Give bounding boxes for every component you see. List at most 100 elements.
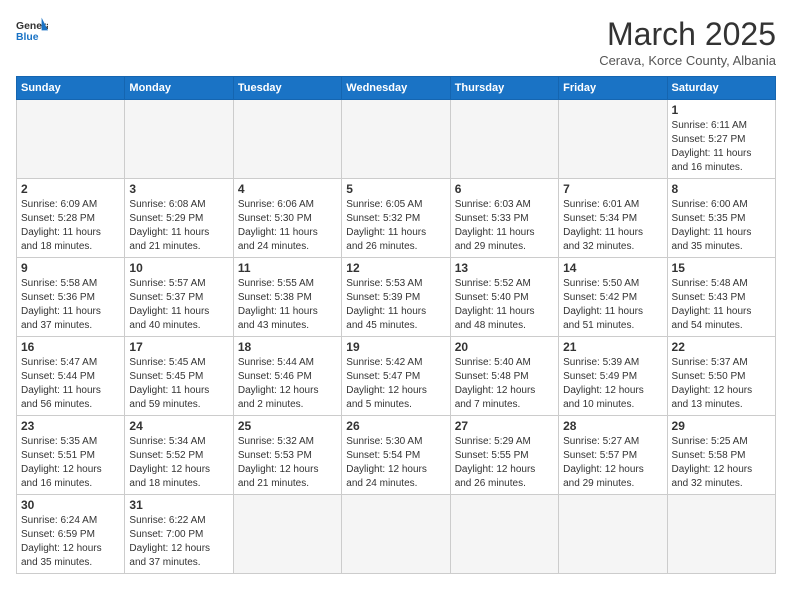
day-number: 6 xyxy=(455,182,554,196)
day-number: 27 xyxy=(455,419,554,433)
day-info: Sunrise: 5:37 AM Sunset: 5:50 PM Dayligh… xyxy=(672,356,771,412)
calendar-week-row: 2Sunrise: 6:09 AM Sunset: 5:28 PM Daylig… xyxy=(17,179,776,258)
calendar-cell: 9 Sunrise: 5:58 AM Sunset: 5:36 PM Daylig… xyxy=(17,258,125,337)
day-info: Sunrise: 6:24 AM Sunset: 6:59 PM Dayligh… xyxy=(21,514,120,570)
day-info: Sunrise: 6:01 AM Sunset: 5:34 PM Dayligh… xyxy=(563,198,662,254)
day-number: 16 xyxy=(21,340,120,354)
day-info: Sunrise: 5:53 AM Sunset: 5:39 PM Dayligh… xyxy=(346,277,445,333)
day-number: 23 xyxy=(21,419,120,433)
day-number: 15 xyxy=(672,261,771,275)
day-info: Sunrise: 5:55 AM Sunset: 5:38 PM Dayligh… xyxy=(238,277,337,333)
calendar-cell: 20Sunrise: 5:40 AM Sunset: 5:48 PM Dayli… xyxy=(450,337,558,416)
calendar-cell xyxy=(559,100,667,179)
calendar-cell xyxy=(233,495,341,574)
day-info: Sunrise: 5:50 AM Sunset: 5:42 PM Dayligh… xyxy=(563,277,662,333)
day-info: Sunrise: 5:27 AM Sunset: 5:57 PM Dayligh… xyxy=(563,435,662,491)
day-number: 9 xyxy=(21,261,120,275)
day-number: 4 xyxy=(238,182,337,196)
day-info: Sunrise: 5:39 AM Sunset: 5:49 PM Dayligh… xyxy=(563,356,662,412)
calendar-cell xyxy=(342,100,450,179)
calendar-cell: 14 Sunrise: 5:50 AM Sunset: 5:42 PM Dayli… xyxy=(559,258,667,337)
calendar-cell: 1 Sunrise: 6:11 AM Sunset: 5:27 PM Daylig… xyxy=(667,100,775,179)
calendar-cell: 4 Sunrise: 6:06 AM Sunset: 5:30 PM Daylig… xyxy=(233,179,341,258)
logo: General Blue xyxy=(16,16,48,44)
day-number: 30 xyxy=(21,498,120,512)
svg-text:Blue: Blue xyxy=(16,32,39,43)
day-info: Sunrise: 5:58 AM Sunset: 5:36 PM Dayligh… xyxy=(21,277,120,333)
calendar-cell: 3 Sunrise: 6:08 AM Sunset: 5:29 PM Daylig… xyxy=(125,179,233,258)
day-number: 19 xyxy=(346,340,445,354)
day-info: Sunrise: 6:22 AM Sunset: 7:00 PM Dayligh… xyxy=(129,514,228,570)
day-info: Sunrise: 5:44 AM Sunset: 5:46 PM Dayligh… xyxy=(238,356,337,412)
day-number: 1 xyxy=(672,103,771,117)
day-info: Sunrise: 5:34 AM Sunset: 5:52 PM Dayligh… xyxy=(129,435,228,491)
logo-icon: General Blue xyxy=(16,16,48,44)
calendar-cell: 17Sunrise: 5:45 AM Sunset: 5:45 PM Dayli… xyxy=(125,337,233,416)
calendar-week-row: 1 Sunrise: 6:11 AM Sunset: 5:27 PM Daylig… xyxy=(17,100,776,179)
calendar-cell xyxy=(17,100,125,179)
calendar-cell: 24 Sunrise: 5:34 AM Sunset: 5:52 PM Dayli… xyxy=(125,416,233,495)
calendar-cell: 11 Sunrise: 5:55 AM Sunset: 5:38 PM Dayli… xyxy=(233,258,341,337)
calendar-cell: 23Sunrise: 5:35 AM Sunset: 5:51 PM Dayli… xyxy=(17,416,125,495)
calendar-table: SundayMondayTuesdayWednesdayThursdayFrid… xyxy=(16,76,776,574)
calendar-cell: 13Sunrise: 5:52 AM Sunset: 5:40 PM Dayli… xyxy=(450,258,558,337)
weekday-header-row: SundayMondayTuesdayWednesdayThursdayFrid… xyxy=(17,77,776,100)
calendar-week-row: 23Sunrise: 5:35 AM Sunset: 5:51 PM Dayli… xyxy=(17,416,776,495)
day-info: Sunrise: 5:42 AM Sunset: 5:47 PM Dayligh… xyxy=(346,356,445,412)
day-number: 21 xyxy=(563,340,662,354)
day-number: 5 xyxy=(346,182,445,196)
day-info: Sunrise: 6:00 AM Sunset: 5:35 PM Dayligh… xyxy=(672,198,771,254)
day-number: 12 xyxy=(346,261,445,275)
calendar-cell: 27 Sunrise: 5:29 AM Sunset: 5:55 PM Dayli… xyxy=(450,416,558,495)
calendar-cell xyxy=(559,495,667,574)
title-block: March 2025 Cerava, Korce County, Albania xyxy=(599,16,776,68)
day-info: Sunrise: 6:08 AM Sunset: 5:29 PM Dayligh… xyxy=(129,198,228,254)
calendar-cell: 5 Sunrise: 6:05 AM Sunset: 5:32 PM Daylig… xyxy=(342,179,450,258)
calendar-cell xyxy=(450,100,558,179)
calendar-cell: 30 Sunrise: 6:24 AM Sunset: 6:59 PM Dayli… xyxy=(17,495,125,574)
weekday-header-saturday: Saturday xyxy=(667,77,775,100)
day-number: 26 xyxy=(346,419,445,433)
calendar-week-row: 30 Sunrise: 6:24 AM Sunset: 6:59 PM Dayli… xyxy=(17,495,776,574)
day-number: 24 xyxy=(129,419,228,433)
day-info: Sunrise: 6:03 AM Sunset: 5:33 PM Dayligh… xyxy=(455,198,554,254)
calendar-week-row: 16 Sunrise: 5:47 AM Sunset: 5:44 PM Dayli… xyxy=(17,337,776,416)
day-number: 18 xyxy=(238,340,337,354)
calendar-cell: 28 Sunrise: 5:27 AM Sunset: 5:57 PM Dayli… xyxy=(559,416,667,495)
day-number: 8 xyxy=(672,182,771,196)
day-info: Sunrise: 6:05 AM Sunset: 5:32 PM Dayligh… xyxy=(346,198,445,254)
page-header: General Blue March 2025 Cerava, Korce Co… xyxy=(16,16,776,68)
calendar-cell: 29 Sunrise: 5:25 AM Sunset: 5:58 PM Dayli… xyxy=(667,416,775,495)
day-number: 11 xyxy=(238,261,337,275)
calendar-cell xyxy=(450,495,558,574)
calendar-cell: 7 Sunrise: 6:01 AM Sunset: 5:34 PM Daylig… xyxy=(559,179,667,258)
day-number: 13 xyxy=(455,261,554,275)
day-info: Sunrise: 5:47 AM Sunset: 5:44 PM Dayligh… xyxy=(21,356,120,412)
day-info: Sunrise: 5:25 AM Sunset: 5:58 PM Dayligh… xyxy=(672,435,771,491)
calendar-cell: 15 Sunrise: 5:48 AM Sunset: 5:43 PM Dayli… xyxy=(667,258,775,337)
calendar-cell xyxy=(233,100,341,179)
weekday-header-sunday: Sunday xyxy=(17,77,125,100)
day-number: 22 xyxy=(672,340,771,354)
day-number: 20 xyxy=(455,340,554,354)
day-info: Sunrise: 6:06 AM Sunset: 5:30 PM Dayligh… xyxy=(238,198,337,254)
calendar-week-row: 9 Sunrise: 5:58 AM Sunset: 5:36 PM Daylig… xyxy=(17,258,776,337)
day-info: Sunrise: 6:09 AM Sunset: 5:28 PM Dayligh… xyxy=(21,198,120,254)
weekday-header-friday: Friday xyxy=(559,77,667,100)
day-number: 7 xyxy=(563,182,662,196)
day-info: Sunrise: 6:11 AM Sunset: 5:27 PM Dayligh… xyxy=(672,119,771,175)
day-number: 29 xyxy=(672,419,771,433)
weekday-header-wednesday: Wednesday xyxy=(342,77,450,100)
calendar-cell xyxy=(342,495,450,574)
month-title: March 2025 xyxy=(599,16,776,53)
location-subtitle: Cerava, Korce County, Albania xyxy=(599,53,776,68)
day-number: 28 xyxy=(563,419,662,433)
calendar-cell xyxy=(667,495,775,574)
weekday-header-tuesday: Tuesday xyxy=(233,77,341,100)
day-info: Sunrise: 5:48 AM Sunset: 5:43 PM Dayligh… xyxy=(672,277,771,333)
day-number: 14 xyxy=(563,261,662,275)
day-info: Sunrise: 5:29 AM Sunset: 5:55 PM Dayligh… xyxy=(455,435,554,491)
calendar-cell: 6 Sunrise: 6:03 AM Sunset: 5:33 PM Daylig… xyxy=(450,179,558,258)
day-number: 3 xyxy=(129,182,228,196)
day-number: 10 xyxy=(129,261,228,275)
